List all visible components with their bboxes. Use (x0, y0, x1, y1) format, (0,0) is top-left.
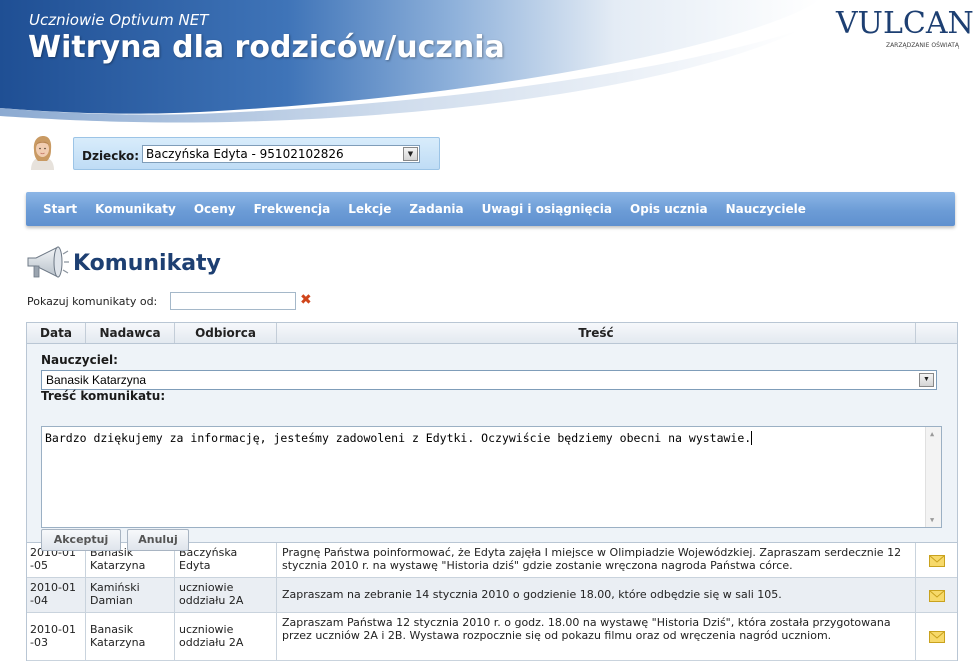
cell-date: 2010-01 -04 (27, 578, 86, 612)
cell-sender: Banasik Katarzyna (86, 613, 175, 660)
logo-tagline: ZARZĄDZANIE OŚWIATĄ (885, 42, 959, 49)
logo-text: VULCAN (836, 6, 974, 41)
col-header-actions (916, 323, 957, 343)
message-text: Bardzo dziękujemy za informację, jesteśm… (45, 431, 752, 445)
cell-envelope (916, 543, 957, 577)
header-banner: Uczniowie Optivum NET Witryna dla rodzic… (0, 0, 977, 130)
nav-item-opis-ucznia[interactable]: Opis ucznia (630, 202, 708, 216)
app-title: Witryna dla rodziców/ucznia (28, 30, 505, 65)
message-textarea[interactable]: Bardzo dziękujemy za informację, jesteśm… (41, 426, 942, 528)
teacher-select[interactable]: Banasik Katarzyna ▼ (41, 370, 937, 390)
message-rows: 2010-01 -05 Banasik Katarzyna Baczyńska … (26, 543, 958, 661)
nav-item-lekcje[interactable]: Lekcje (348, 202, 391, 216)
cell-content: Zapraszam na zebranie 14 stycznia 2010 o… (277, 578, 916, 612)
new-message-editor: Nauczyciel: Banasik Katarzyna ▼ Treść ko… (26, 344, 958, 551)
cell-sender: Kamiński Damian (86, 578, 175, 612)
teacher-label: Nauczyciel: (41, 353, 118, 367)
messages-table: Data Nadawca Odbiorca Treść Nauczyciel: … (26, 322, 958, 661)
envelope-icon[interactable] (928, 554, 945, 567)
scroll-down-icon[interactable]: ▼ (930, 516, 934, 524)
table-row[interactable]: 2010-01 -03 Banasik Katarzyna uczniowie … (27, 613, 957, 661)
envelope-icon[interactable] (928, 589, 945, 602)
clear-filter-icon[interactable]: ✖ (300, 293, 312, 307)
col-header-tresc[interactable]: Treść (277, 323, 916, 343)
child-selector-panel: Dziecko: Baczyńska Edyta - 95102102826 ▼ (73, 137, 440, 170)
nav-item-zadania[interactable]: Zadania (409, 202, 463, 216)
cell-recipient: Baczyńska Edyta (175, 543, 277, 577)
cell-envelope (916, 613, 957, 660)
filter-date-input[interactable] (170, 292, 296, 310)
child-label: Dziecko: (82, 149, 140, 163)
cell-recipient: uczniowie oddziału 2A (175, 613, 277, 660)
col-header-data[interactable]: Data (27, 323, 86, 343)
cell-recipient: uczniowie oddziału 2A (175, 578, 277, 612)
cell-envelope (916, 578, 957, 612)
nav-item-oceny[interactable]: Oceny (194, 202, 236, 216)
child-selected-value: Baczyńska Edyta - 95102102826 (146, 147, 344, 161)
nav-item-komunikaty[interactable]: Komunikaty (95, 202, 176, 216)
chevron-down-icon[interactable]: ▼ (403, 147, 418, 161)
app-subtitle: Uczniowie Optivum NET (29, 11, 209, 29)
chevron-down-icon[interactable]: ▼ (919, 373, 934, 387)
message-scrollbar[interactable]: ▲ ▼ (925, 427, 941, 527)
nav-item-start[interactable]: Start (43, 202, 77, 216)
child-select[interactable]: Baczyńska Edyta - 95102102826 ▼ (142, 145, 420, 163)
accept-button[interactable]: Akceptuj (41, 529, 121, 551)
student-avatar (27, 134, 58, 170)
envelope-icon[interactable] (928, 631, 945, 643)
cell-content: Zapraszam Państwa 12 stycznia 2010 r. o … (277, 613, 916, 660)
megaphone-icon (27, 246, 69, 278)
nav-item-uwagi[interactable]: Uwagi i osiągnięcia (482, 202, 612, 216)
filter-label: Pokazuj komunikaty od: (27, 295, 158, 308)
message-label: Treść komunikatu: (41, 389, 166, 403)
vulcan-logo: VULCAN ZARZĄDZANIE OŚWIATĄ (836, 6, 974, 52)
cell-date: 2010-01 -03 (27, 613, 86, 660)
nav-item-nauczyciele[interactable]: Nauczyciele (726, 202, 806, 216)
cancel-button[interactable]: Anuluj (127, 529, 189, 551)
col-header-odbiorca[interactable]: Odbiorca (175, 323, 277, 343)
teacher-selected-value: Banasik Katarzyna (46, 373, 147, 387)
col-header-nadawca[interactable]: Nadawca (86, 323, 175, 343)
scroll-up-icon[interactable]: ▲ (930, 430, 934, 438)
nav-item-frekwencja[interactable]: Frekwencja (254, 202, 331, 216)
main-nav: Start Komunikaty Oceny Frekwencja Lekcje… (26, 192, 955, 226)
page-title: Komunikaty (73, 251, 221, 276)
table-row[interactable]: 2010-01 -04 Kamiński Damian uczniowie od… (27, 578, 957, 613)
table-header: Data Nadawca Odbiorca Treść (26, 322, 958, 344)
cell-content: Pragnę Państwa poinformować, że Edyta za… (277, 543, 916, 577)
